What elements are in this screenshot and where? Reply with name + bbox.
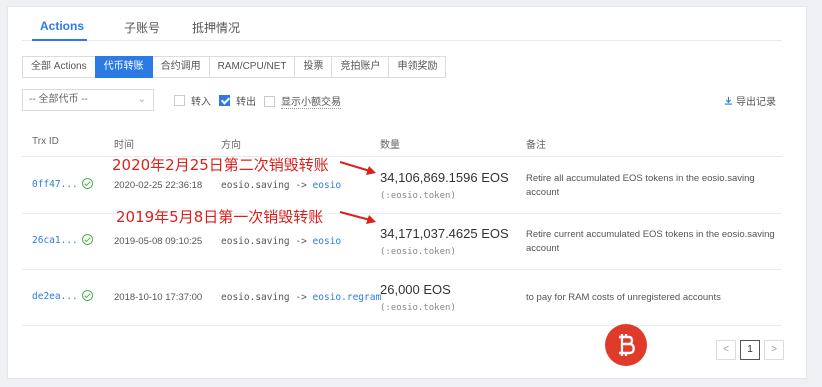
row-amount: 34,171,037.4625 EOS bbox=[380, 226, 509, 241]
filter-toolbar: -- 全部代币 -- ⌄ 转入 转出 显示小额交易 导出记录 bbox=[22, 89, 782, 111]
next-page-button[interactable]: > bbox=[764, 340, 784, 360]
filter-all-actions[interactable]: 全部 Actions bbox=[22, 56, 96, 78]
header-memo: 备注 bbox=[526, 140, 546, 151]
table-header: Trx ID 时间 方向 数量 备注 bbox=[22, 127, 782, 157]
row-direction: eosio.saving -> eosio bbox=[221, 236, 341, 247]
checkbox-outgoing[interactable]: 转出 bbox=[219, 93, 256, 108]
direction-arrow: -> bbox=[289, 180, 313, 191]
trx-id-link[interactable]: 26ca1... bbox=[32, 235, 78, 246]
row-time: 2020-02-25 22:36:18 bbox=[114, 180, 203, 191]
header-time: 时间 bbox=[114, 140, 134, 151]
top-tabs: Actions 子账号 抵押情况 bbox=[22, 13, 782, 41]
token-select-value: -- 全部代币 -- bbox=[29, 94, 88, 105]
row-token-contract: (:eosio.token) bbox=[380, 191, 456, 201]
direction-arrow: -> bbox=[289, 292, 313, 303]
tab-actions[interactable]: Actions bbox=[40, 19, 84, 33]
checkbox-incoming[interactable]: 转入 bbox=[174, 93, 211, 108]
export-label: 导出记录 bbox=[736, 97, 776, 108]
checkbox-small-tx-label: 显示小额交易 bbox=[281, 93, 341, 109]
download-icon bbox=[724, 96, 733, 105]
row-memo: Retire current accumulated EOS tokens in… bbox=[526, 229, 775, 254]
row-direction: eosio.saving -> eosio.regram bbox=[221, 292, 381, 303]
prev-page-button[interactable]: < bbox=[716, 340, 736, 360]
success-check-icon bbox=[82, 234, 93, 245]
checkbox-incoming-box[interactable] bbox=[174, 95, 185, 106]
row-memo: to pay for RAM costs of unregistered acc… bbox=[526, 292, 721, 303]
table-row: de2ea... 2018-10-10 17:37:00 eosio.savin… bbox=[22, 270, 782, 326]
checkbox-outgoing-box[interactable] bbox=[219, 95, 230, 106]
row-amount: 34,106,869.1596 EOS bbox=[380, 170, 509, 185]
filter-token-transfer[interactable]: 代币转账 bbox=[94, 56, 153, 78]
row-memo: Retire all accumulated EOS tokens in the… bbox=[526, 173, 755, 198]
action-filter-group: 全部 Actions 代币转账 合约调用 RAM/CPU/NET 投票 竞拍账户… bbox=[22, 56, 447, 78]
row-amount: 26,000 EOS bbox=[380, 282, 451, 297]
annotation-arrow-icon bbox=[339, 211, 376, 224]
success-check-icon bbox=[82, 178, 93, 189]
direction-arrow: -> bbox=[289, 236, 313, 247]
header-trx-id: Trx ID bbox=[32, 136, 59, 147]
tab-staking[interactable]: 抵押情况 bbox=[192, 19, 240, 36]
trx-id-link[interactable]: de2ea... bbox=[32, 291, 78, 302]
from-account: eosio.saving bbox=[221, 292, 290, 303]
filter-bid-account[interactable]: 竞拍账户 bbox=[331, 56, 390, 78]
active-tab-indicator bbox=[32, 39, 87, 41]
header-direction: 方向 bbox=[221, 140, 241, 151]
pagination: < 1 > bbox=[712, 340, 784, 360]
export-button[interactable]: 导出记录 bbox=[724, 93, 776, 108]
from-account: eosio.saving bbox=[221, 180, 290, 191]
success-check-icon bbox=[82, 290, 93, 301]
to-account-link[interactable]: eosio bbox=[313, 180, 342, 191]
annotation-first-burn: 2019年5月8日第一次销毁转账 bbox=[116, 208, 324, 226]
annotation-arrow-icon bbox=[339, 161, 376, 175]
bitcoin-logo-icon bbox=[605, 324, 647, 366]
filter-resources[interactable]: RAM/CPU/NET bbox=[208, 56, 296, 78]
trx-id-link[interactable]: 0ff47... bbox=[32, 179, 78, 190]
chevron-down-icon: ⌄ bbox=[137, 94, 146, 105]
checkbox-outgoing-label: 转出 bbox=[236, 97, 256, 108]
to-account-link[interactable]: eosio.regram bbox=[313, 292, 382, 303]
row-time: 2019-05-08 09:10:25 bbox=[114, 236, 203, 247]
header-amount: 数量 bbox=[380, 140, 400, 151]
row-token-contract: (:eosio.token) bbox=[380, 303, 456, 313]
page-1-button[interactable]: 1 bbox=[740, 340, 760, 360]
tab-sub-accounts[interactable]: 子账号 bbox=[124, 19, 160, 36]
checkbox-incoming-label: 转入 bbox=[191, 97, 211, 108]
row-token-contract: (:eosio.token) bbox=[380, 247, 456, 257]
checkbox-small-tx[interactable]: 显示小额交易 bbox=[264, 93, 341, 109]
annotation-second-burn: 2020年2月25日第二次销毁转账 bbox=[112, 156, 329, 174]
filter-claim-rewards[interactable]: 申领奖励 bbox=[388, 56, 447, 78]
filter-contract-call[interactable]: 合约调用 bbox=[151, 56, 210, 78]
to-account-link[interactable]: eosio bbox=[313, 236, 342, 247]
token-select[interactable]: -- 全部代币 -- ⌄ bbox=[22, 89, 154, 111]
row-direction: eosio.saving -> eosio bbox=[221, 180, 341, 191]
row-time: 2018-10-10 17:37:00 bbox=[114, 292, 203, 303]
checkbox-small-tx-box[interactable] bbox=[264, 95, 275, 107]
filter-vote[interactable]: 投票 bbox=[294, 56, 333, 78]
from-account: eosio.saving bbox=[221, 236, 290, 247]
